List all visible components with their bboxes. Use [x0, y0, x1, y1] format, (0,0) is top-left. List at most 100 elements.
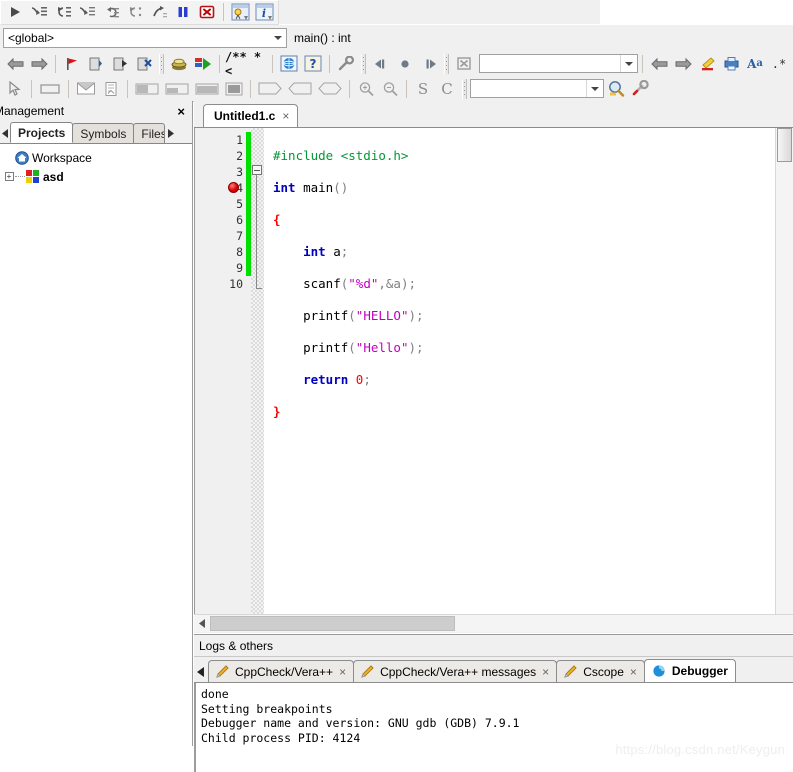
- chevron-down-icon[interactable]: [269, 29, 286, 47]
- find-previous-button[interactable]: [648, 53, 670, 75]
- line-number: 5: [236, 197, 243, 211]
- symbol-c-button[interactable]: C: [436, 78, 458, 100]
- debug-step-out-button[interactable]: [148, 1, 170, 23]
- search-go-button[interactable]: [605, 78, 627, 100]
- log-tab-cppcheck-messages[interactable]: CppCheck/Vera++ messages ×: [353, 660, 558, 682]
- plus-expander-icon[interactable]: +: [4, 172, 14, 181]
- goto-previous-breakpoint-button[interactable]: [370, 53, 392, 75]
- cursor-arrow-button[interactable]: [4, 78, 26, 100]
- editor-tab-untitled1[interactable]: Untitled1.c ×: [203, 104, 299, 127]
- highlight-marker-button[interactable]: [696, 53, 718, 75]
- next-bookmark-button[interactable]: [109, 53, 131, 75]
- previous-bookmark-button[interactable]: [85, 53, 107, 75]
- align-left-button[interactable]: [163, 78, 191, 100]
- toggle-bookmark-button[interactable]: [61, 53, 83, 75]
- editor-tab-close-icon[interactable]: ×: [282, 109, 289, 123]
- match-case-button[interactable]: Aa: [744, 53, 766, 75]
- regex-button[interactable]: .*: [768, 53, 790, 75]
- debugger-output[interactable]: done Setting breakpoints Debugger name a…: [194, 683, 793, 772]
- log-tab-close-icon[interactable]: ×: [542, 665, 549, 679]
- tree-expander[interactable]: +: [3, 172, 15, 181]
- cscope-chevron-down-icon[interactable]: [586, 80, 603, 97]
- symbols-refresh-button[interactable]: [192, 53, 214, 75]
- nav-forward-button[interactable]: [28, 53, 50, 75]
- print-blue-button[interactable]: [720, 53, 742, 75]
- toolbar-grip-1[interactable]: [159, 53, 164, 74]
- envelope-button[interactable]: [74, 78, 98, 100]
- debug-next-line-button[interactable]: [52, 1, 74, 23]
- line-number: 1: [236, 133, 243, 147]
- tabstrip-scroll-right-icon[interactable]: [166, 123, 176, 143]
- code-line-3: {: [273, 212, 281, 227]
- code-editor[interactable]: 1 2 3 4 5 6 7 8 9 10 #include <stdio.h> …: [194, 128, 793, 615]
- breakpoint-icon[interactable]: [228, 182, 239, 193]
- goto-next-breakpoint-button[interactable]: [418, 53, 440, 75]
- debug-run-to-cursor-button[interactable]: [28, 1, 50, 23]
- settings-wrench-button[interactable]: [629, 78, 651, 100]
- debug-break-button[interactable]: [172, 1, 194, 23]
- toolbar2-grip[interactable]: [462, 78, 467, 99]
- code-text[interactable]: #include <stdio.h> int main() { int a; s…: [264, 128, 793, 615]
- sidebar-tab-projects[interactable]: Projects: [10, 122, 74, 143]
- doxyblocks-run-button[interactable]: [278, 53, 300, 75]
- debug-continue-button[interactable]: [4, 1, 26, 23]
- fold-margin[interactable]: [251, 128, 264, 615]
- horizontal-scrollbar-thumb[interactable]: [210, 616, 455, 631]
- fold-collapse-icon[interactable]: [252, 165, 262, 175]
- find-input[interactable]: [479, 54, 638, 73]
- debug-toolbar-separator: [223, 3, 224, 21]
- tree-connector: [15, 175, 25, 178]
- log-tab-cppcheck[interactable]: CppCheck/Vera++ ×: [208, 660, 355, 682]
- align-right-button[interactable]: [193, 78, 221, 100]
- log-tab-debugger[interactable]: Debugger: [643, 659, 736, 682]
- find-chevron-down-icon[interactable]: [620, 55, 637, 72]
- filled-block-button[interactable]: [223, 78, 245, 100]
- zoom-out-button[interactable]: [379, 78, 401, 100]
- clear-all-breakpoints-button[interactable]: [453, 53, 475, 75]
- align-top-button[interactable]: [133, 78, 161, 100]
- expand-both-button[interactable]: [316, 78, 344, 100]
- close-icon[interactable]: ×: [177, 104, 188, 119]
- scroll-left-icon[interactable]: [194, 616, 210, 631]
- log-tab-close-icon[interactable]: ×: [630, 665, 637, 679]
- debug-info-button[interactable]: i: [253, 1, 275, 23]
- debug-step-into-instruction-button[interactable]: [124, 1, 146, 23]
- toolbar-grip-3[interactable]: [444, 53, 449, 74]
- scope-combobox[interactable]: <global>: [3, 28, 287, 48]
- toolbar-grip-2[interactable]: [361, 53, 366, 74]
- code-line-8: return 0;: [273, 372, 371, 387]
- symbol-s-button[interactable]: S: [412, 78, 434, 100]
- log-tab-cscope[interactable]: Cscope ×: [556, 660, 645, 682]
- debug-step-into-button[interactable]: [100, 1, 122, 23]
- doxyblocks-help-button[interactable]: ?: [302, 53, 324, 75]
- expand-right-button[interactable]: [256, 78, 284, 100]
- document-button[interactable]: [100, 78, 122, 100]
- nav-back-button[interactable]: [4, 53, 26, 75]
- management-tabstrip: Projects Symbols Files: [0, 121, 192, 144]
- rectangle-button[interactable]: [37, 78, 63, 100]
- logs-scroll-left-icon[interactable]: [194, 662, 208, 682]
- doxyblocks-comment-button[interactable]: /** *<: [225, 50, 267, 78]
- clear-bookmarks-button[interactable]: [133, 53, 155, 75]
- editor-vertical-scrollbar[interactable]: [775, 128, 793, 615]
- log-tab-close-icon[interactable]: ×: [339, 665, 346, 679]
- editor-horizontal-scrollbar[interactable]: [194, 614, 793, 632]
- class-browser-button[interactable]: [168, 53, 190, 75]
- doxyblocks-settings-button[interactable]: [335, 53, 357, 75]
- toolbar2-separator-3: [127, 79, 128, 98]
- zoom-in-button[interactable]: [355, 78, 377, 100]
- cscope-search-input[interactable]: [470, 79, 604, 98]
- expand-left-button[interactable]: [286, 78, 314, 100]
- sidebar-tab-files[interactable]: Files: [133, 123, 166, 143]
- tree-row-project[interactable]: + asd: [3, 167, 192, 186]
- debug-stop-button[interactable]: [196, 1, 218, 23]
- vertical-scrollbar-thumb[interactable]: [777, 128, 792, 162]
- debug-next-instruction-button[interactable]: [76, 1, 98, 23]
- debugging-windows-button[interactable]: [229, 1, 251, 23]
- sidebar-tab-symbols[interactable]: Symbols: [72, 123, 135, 143]
- toggle-breakpoint-button[interactable]: [394, 53, 416, 75]
- find-next-button[interactable]: [672, 53, 694, 75]
- tabstrip-scroll-left-icon[interactable]: [0, 123, 10, 143]
- tree-row-workspace[interactable]: Workspace: [3, 148, 192, 167]
- workspace-home-icon: [15, 150, 29, 165]
